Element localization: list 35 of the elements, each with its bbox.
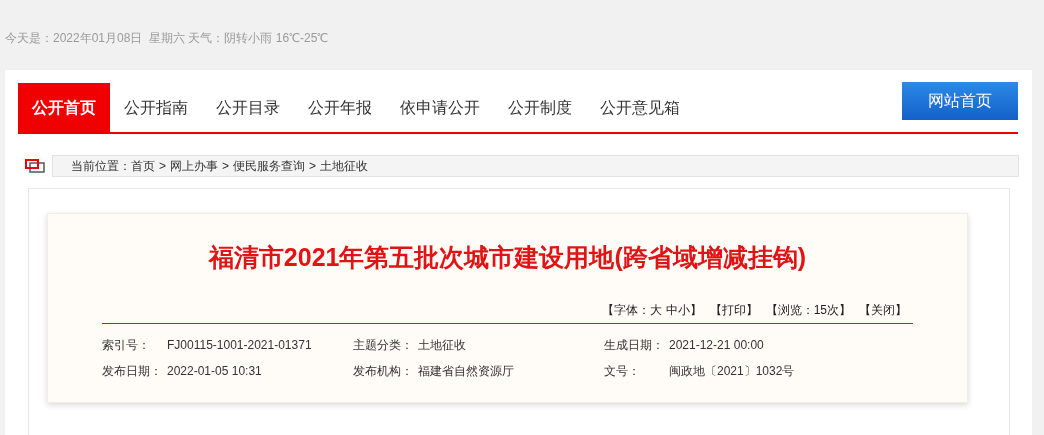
article-tool-link[interactable]: 【打印】 (709, 301, 758, 319)
meta-label: 发布日期： (102, 363, 163, 380)
nav-tab[interactable]: 公开首页 (18, 83, 110, 132)
nav-tab[interactable]: 公开制度 (494, 83, 586, 132)
breadcrumb-label: 当前位置： (71, 158, 131, 175)
website-home-button[interactable]: 网站首页 (902, 82, 1018, 120)
nav-tab[interactable]: 公开年报 (294, 83, 386, 132)
date-weather-text: 今天是：2022年01月08日 星期六 天气：阴转小雨 16℃-25℃ (5, 30, 329, 47)
breadcrumb-link[interactable]: 网上办事 (170, 157, 218, 175)
meta-value: 2022-01-05 10:31 (167, 363, 262, 380)
meta-value: 福建省自然资源厅 (418, 363, 514, 380)
meta-value: FJ00115-1001-2021-01371 (167, 337, 312, 354)
breadcrumb-separator: > (309, 158, 317, 175)
article-tool-link[interactable]: 【浏览：15次】 (765, 301, 851, 319)
meta-value: 土地征收 (418, 337, 466, 354)
breadcrumb-link[interactable]: 便民服务查询 (233, 157, 306, 175)
nav-tab[interactable]: 依申请公开 (386, 83, 494, 132)
meta-value: 2021-12-21 00:00 (669, 337, 764, 354)
meta-value: 闽政地〔2021〕1032号 (669, 363, 795, 380)
meta-label: 索引号： (102, 337, 151, 354)
breadcrumb-link[interactable]: 土地征收 (320, 157, 369, 175)
nav-tab[interactable]: 公开指南 (110, 83, 202, 132)
article-tool-link[interactable]: 【字体：大 中小】 (602, 301, 702, 319)
article-tool-link[interactable]: 【关闭】 (859, 301, 907, 319)
meta-label: 主题分类： (353, 337, 414, 354)
meta-label: 文号： (604, 363, 641, 380)
nav-tab[interactable]: 公开目录 (202, 83, 294, 132)
meta-label: 生成日期： (604, 337, 665, 354)
breadcrumb-link[interactable]: 首页 (131, 157, 155, 175)
article-title: 福清市2021年第五批次城市建设用地(跨省域增减挂钩) (207, 242, 808, 273)
meta-label: 发布机构： (353, 363, 414, 380)
location-icon (25, 159, 47, 173)
nav-tab[interactable]: 公开意见箱 (586, 83, 694, 132)
breadcrumb-separator: > (222, 158, 230, 175)
breadcrumb-separator: > (159, 158, 166, 175)
